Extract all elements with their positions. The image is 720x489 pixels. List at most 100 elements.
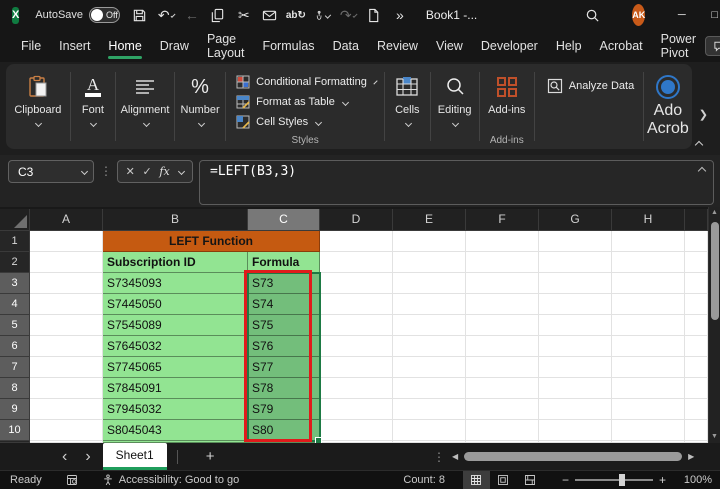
- cell-C4[interactable]: S74: [248, 294, 320, 315]
- cell-E1[interactable]: [393, 231, 466, 252]
- cell-A2[interactable]: [30, 252, 103, 273]
- cell-C7[interactable]: S77: [248, 357, 320, 378]
- ribbon-tab-formulas[interactable]: Formulas: [253, 30, 323, 62]
- copy-icon[interactable]: [210, 7, 226, 23]
- ribbon-tab-acrobat[interactable]: Acrobat: [591, 30, 652, 62]
- horizontal-scrollbar[interactable]: ◀ ▶: [452, 443, 712, 470]
- cell-partial-10[interactable]: [685, 420, 708, 441]
- cell-B7[interactable]: S7745065: [103, 357, 248, 378]
- row-header-3[interactable]: 3: [0, 273, 30, 294]
- cell-B2[interactable]: Subscription ID: [103, 252, 248, 273]
- cell-B9[interactable]: S7945032: [103, 399, 248, 420]
- cell-E4[interactable]: [393, 294, 466, 315]
- cell-F9[interactable]: [466, 399, 539, 420]
- cell-H2[interactable]: [612, 252, 685, 273]
- row-header-1[interactable]: 1: [0, 231, 30, 252]
- cell-H3[interactable]: [612, 273, 685, 294]
- row-header-4[interactable]: 4: [0, 294, 30, 315]
- cell-G4[interactable]: [539, 294, 612, 315]
- page-break-view-button[interactable]: [517, 471, 544, 489]
- page-layout-view-button[interactable]: [490, 471, 517, 489]
- row-header-7[interactable]: 7: [0, 357, 30, 378]
- cell-F6[interactable]: [466, 336, 539, 357]
- cell-B4[interactable]: S7445050: [103, 294, 248, 315]
- cell-F2[interactable]: [466, 252, 539, 273]
- column-header-d[interactable]: D: [320, 209, 393, 231]
- cell-D6[interactable]: [320, 336, 393, 357]
- adobe-acrobat-button[interactable]: AdoAcrob: [644, 64, 692, 149]
- analyze-data-button[interactable]: Analyze Data: [535, 64, 643, 149]
- cell-E7[interactable]: [393, 357, 466, 378]
- cell-B10[interactable]: S8045043: [103, 420, 248, 441]
- ribbon-tab-help[interactable]: Help: [547, 30, 591, 62]
- scroll-left-icon[interactable]: ◀: [452, 452, 458, 461]
- cell-F3[interactable]: [466, 273, 539, 294]
- search-icon[interactable]: [585, 7, 600, 23]
- maximize-button[interactable]: □: [698, 0, 720, 30]
- cell-A9[interactable]: [30, 399, 103, 420]
- zoom-in-button[interactable]: +: [655, 473, 670, 487]
- horizontal-scroll-thumb[interactable]: [464, 452, 682, 461]
- column-header-g[interactable]: G: [539, 209, 612, 231]
- cell-H8[interactable]: [612, 378, 685, 399]
- cell-D10[interactable]: [320, 420, 393, 441]
- cell-C5[interactable]: S75: [248, 315, 320, 336]
- spelling-icon[interactable]: ab↻: [288, 7, 304, 23]
- cell-B6[interactable]: S7645032: [103, 336, 248, 357]
- minimize-button[interactable]: ─: [665, 0, 698, 30]
- styles-item-conditional-formatting[interactable]: Conditional Formatting: [236, 72, 376, 92]
- column-header-e[interactable]: E: [393, 209, 466, 231]
- collapse-ribbon-button[interactable]: [696, 135, 712, 149]
- comments-button[interactable]: [705, 36, 720, 56]
- row-header-6[interactable]: 6: [0, 336, 30, 357]
- cell-F1[interactable]: [466, 231, 539, 252]
- cell-A4[interactable]: [30, 294, 103, 315]
- new-sheet-button[interactable]: +: [206, 448, 215, 465]
- zoom-out-button[interactable]: −: [558, 473, 573, 487]
- ribbon-group-clipboard[interactable]: Clipboard: [6, 64, 70, 149]
- ribbon-tab-developer[interactable]: Developer: [472, 30, 547, 62]
- cell-C3[interactable]: S73: [248, 273, 320, 294]
- cell-G3[interactable]: [539, 273, 612, 294]
- name-box[interactable]: C3: [8, 160, 94, 183]
- row-header-5[interactable]: 5: [0, 315, 30, 336]
- vertical-scrollbar[interactable]: ▲ ▼: [708, 207, 720, 443]
- cell-partial-9[interactable]: [685, 399, 708, 420]
- styles-item-cell-styles[interactable]: Cell Styles: [236, 112, 376, 132]
- column-header-partial[interactable]: [685, 209, 708, 231]
- zoom-slider[interactable]: [575, 479, 653, 481]
- column-header-h[interactable]: H: [612, 209, 685, 231]
- cell-partial-8[interactable]: [685, 378, 708, 399]
- scroll-down-icon[interactable]: ▼: [711, 431, 718, 443]
- cell-D2[interactable]: [320, 252, 393, 273]
- cell-D7[interactable]: [320, 357, 393, 378]
- cancel-icon[interactable]: ✕: [126, 165, 135, 178]
- cell-G1[interactable]: [539, 231, 612, 252]
- cell-partial-1[interactable]: [685, 231, 708, 252]
- cell-F5[interactable]: [466, 315, 539, 336]
- row-header-8[interactable]: 8: [0, 378, 30, 399]
- cell-A6[interactable]: [30, 336, 103, 357]
- cell-G8[interactable]: [539, 378, 612, 399]
- cell-E6[interactable]: [393, 336, 466, 357]
- scroll-up-icon[interactable]: ▲: [711, 207, 718, 219]
- cell-F10[interactable]: [466, 420, 539, 441]
- ribbon-group-cells[interactable]: Cells: [385, 64, 429, 149]
- cell-A8[interactable]: [30, 378, 103, 399]
- cell-F8[interactable]: [466, 378, 539, 399]
- ribbon-tab-view[interactable]: View: [427, 30, 472, 62]
- cell-C10[interactable]: S80: [248, 420, 320, 441]
- expand-formula-bar-icon[interactable]: [698, 167, 706, 175]
- more-commands-icon[interactable]: »: [392, 7, 408, 23]
- ribbon-tab-home[interactable]: Home: [99, 30, 150, 62]
- cell-A1[interactable]: [30, 231, 103, 252]
- email-icon[interactable]: [262, 7, 278, 23]
- cell-G7[interactable]: [539, 357, 612, 378]
- cell-G10[interactable]: [539, 420, 612, 441]
- cell-H6[interactable]: [612, 336, 685, 357]
- ribbon-scroll-right-icon[interactable]: ❯: [699, 108, 708, 121]
- row-header-2[interactable]: 2: [0, 252, 30, 273]
- ribbon-tab-insert[interactable]: Insert: [50, 30, 99, 62]
- zoom-slider-thumb[interactable]: [619, 474, 625, 486]
- cell-G5[interactable]: [539, 315, 612, 336]
